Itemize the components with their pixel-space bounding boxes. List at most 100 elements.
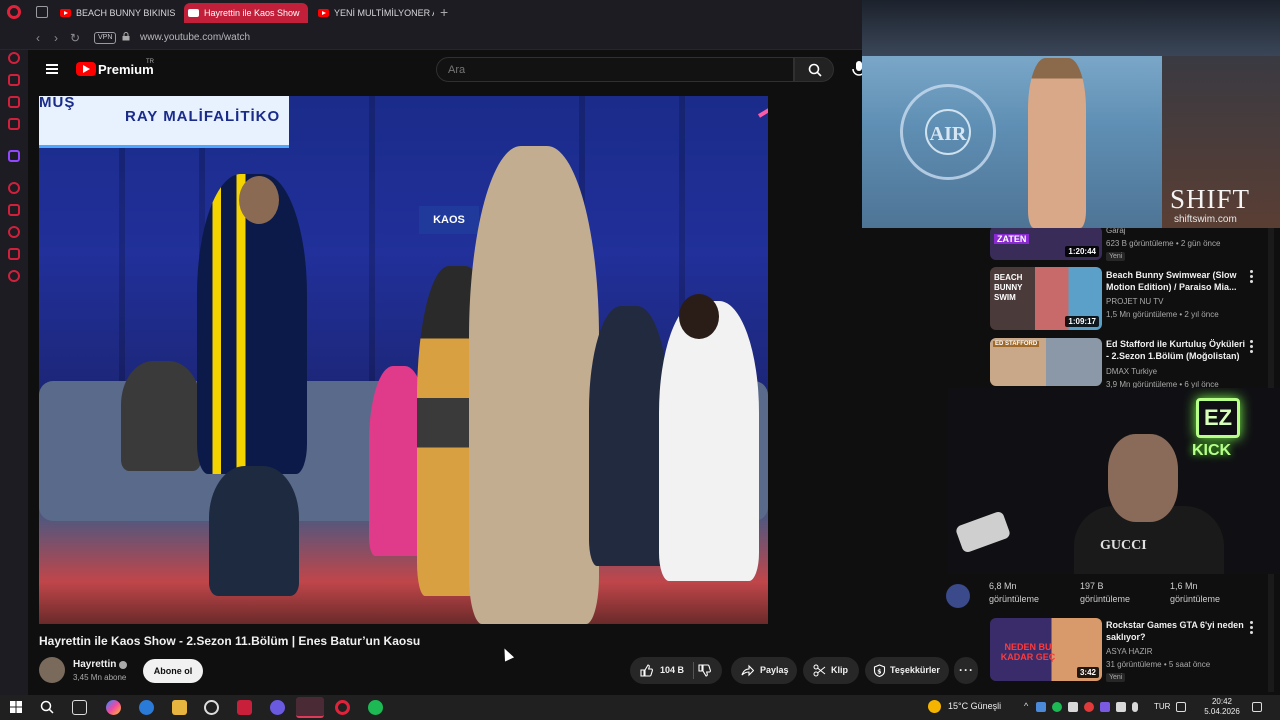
menu-icon[interactable]: [46, 64, 58, 74]
aria-icon[interactable]: [8, 74, 20, 86]
extensions-icon[interactable]: [8, 248, 20, 260]
app-icon[interactable]: [270, 700, 285, 715]
streamer-face: [1108, 434, 1178, 522]
rec-thumb-text: NEDEN BU KADAR GEÇ: [1000, 642, 1056, 662]
microphone-tray-icon[interactable]: [1132, 702, 1138, 712]
new-tab-button[interactable]: +: [440, 4, 448, 20]
like-dislike-group: 104 B: [630, 657, 722, 684]
rec-channel[interactable]: DMAX Turkiye: [1106, 367, 1157, 376]
rec-title[interactable]: Rockstar Games GTA 6'yi neden saklıyor?: [1106, 619, 1246, 643]
url-field[interactable]: www.youtube.com/watch: [140, 32, 250, 43]
opera-logo-icon[interactable]: [7, 5, 21, 19]
subscribe-button[interactable]: Abone ol: [143, 659, 203, 683]
clock[interactable]: 20:42 5.04.2026: [1198, 697, 1246, 717]
task-view-icon[interactable]: [72, 700, 87, 715]
network-volume-icon[interactable]: [1176, 702, 1186, 712]
spotify-icon[interactable]: [368, 700, 383, 715]
thanks-button[interactable]: $ Teşekkürler: [865, 657, 949, 684]
tab-kaos-show[interactable]: Hayrettin ile Kaos Show: [184, 3, 308, 23]
rec-channel[interactable]: PROJET NU TV: [1106, 297, 1164, 306]
whatsapp-icon[interactable]: [8, 118, 20, 130]
microphone: [954, 510, 1012, 554]
forward-arrow-icon[interactable]: ›: [54, 31, 58, 45]
share-label: Paylaş: [760, 665, 789, 675]
rec-menu-icon[interactable]: [1250, 621, 1253, 636]
rec-title[interactable]: Ed Stafford ile Kurtuluş Öyküleri - 2.Se…: [1106, 338, 1246, 362]
video-player[interactable]: MUŞ RAY MALİFALİTİKO KAOS: [39, 96, 768, 624]
rec-thumbnail-3[interactable]: ED STAFFORD: [990, 338, 1102, 386]
opera-icon[interactable]: [335, 700, 350, 715]
tray-icon[interactable]: [1036, 702, 1046, 712]
search-icon[interactable]: [40, 700, 54, 714]
like-count[interactable]: 104 B: [660, 657, 684, 684]
clock-icon[interactable]: [8, 226, 20, 238]
app-icon[interactable]: [237, 700, 252, 715]
edge-icon[interactable]: [139, 700, 154, 715]
view-count: 6,8 Mn: [989, 581, 1017, 591]
share-button[interactable]: Paylaş: [731, 657, 797, 684]
search-input[interactable]: [436, 57, 794, 82]
speed-dial-icon[interactable]: [8, 52, 20, 64]
kaos-flag: KAOS: [419, 206, 479, 234]
view-stat: 6,8 Mn görüntüleme: [989, 580, 1039, 606]
rec-thumbnail-2[interactable]: BEACH BUNNY SWIM 1:09:17: [990, 267, 1102, 330]
windows-start-icon[interactable]: [10, 701, 22, 713]
settings-gear-icon[interactable]: [8, 270, 20, 282]
bookmarks-icon[interactable]: [8, 204, 20, 216]
webcam-overlay: EZ KICK GUCCI: [948, 388, 1280, 574]
dislike-icon[interactable]: [698, 664, 711, 677]
overlay-ceiling: [862, 0, 1280, 56]
vpn-badge[interactable]: VPN: [94, 32, 117, 44]
search-button[interactable]: [794, 57, 834, 82]
rec-thumbnail-4[interactable]: NEDEN BU KADAR GEÇ 3:42: [990, 618, 1102, 681]
rec-menu-icon[interactable]: [1250, 340, 1253, 355]
tray-icon[interactable]: [1100, 702, 1110, 712]
view-label: görüntüleme: [989, 594, 1040, 604]
tray-icon[interactable]: [1068, 702, 1078, 712]
history-icon[interactable]: [8, 182, 20, 194]
view-count: 1,6 Mn: [1170, 581, 1198, 591]
like-icon[interactable]: [640, 664, 653, 677]
tray-chevron-icon[interactable]: ^: [1024, 701, 1028, 711]
tab-label: Hayrettin ile Kaos Show: [204, 8, 300, 18]
reload-icon[interactable]: ↻: [70, 31, 80, 45]
guest-sleeping: [121, 361, 201, 471]
region-code: TR: [146, 59, 154, 65]
weather-text[interactable]: 15°C Güneşli: [948, 701, 1001, 711]
opera-taskbar-icon[interactable]: [296, 697, 324, 718]
notification-icon[interactable]: [1252, 702, 1262, 712]
neon-sign: [757, 108, 768, 118]
channel-avatar-small[interactable]: [946, 584, 970, 608]
tray-icon[interactable]: [1116, 702, 1126, 712]
copilot-icon[interactable]: [106, 700, 121, 715]
weather-sun-icon[interactable]: [928, 700, 941, 713]
duration-badge: 1:09:17: [1065, 316, 1099, 327]
tray-icon[interactable]: [1052, 702, 1062, 712]
back-arrow-icon[interactable]: ‹: [36, 31, 40, 45]
channel-name[interactable]: Hayrettin: [73, 659, 116, 670]
rec-thumb-text: ZATEN: [994, 234, 1030, 244]
input-language[interactable]: TUR: [1154, 702, 1170, 711]
youtube-logo-icon[interactable]: [76, 62, 96, 76]
more-actions-button[interactable]: ···: [954, 657, 978, 684]
messenger-icon[interactable]: [8, 96, 20, 108]
twitch-icon[interactable]: [8, 150, 20, 162]
rec-menu-icon[interactable]: [1250, 270, 1253, 285]
tab-beach-bunny[interactable]: BEACH BUNNY BIKINIS 20: [56, 3, 176, 23]
rec-title[interactable]: Beach Bunny Swimwear (Slow Motion Editio…: [1106, 269, 1246, 293]
tray-icon[interactable]: [1084, 702, 1094, 712]
clock-time: 20:42: [1211, 697, 1233, 706]
clip-button[interactable]: Klip: [803, 657, 859, 684]
view-stat: 197 B görüntüleme: [1080, 580, 1130, 606]
rec-channel[interactable]: ASYA HAZIR: [1106, 647, 1153, 656]
tab-multimilyoner[interactable]: YENİ MULTİMİLYONER AR: [314, 3, 434, 23]
rec-thumbnail-1[interactable]: ZATEN 1:20:44: [990, 226, 1102, 260]
subscriber-count: 3,45 Mn abone: [73, 673, 127, 682]
channel-avatar[interactable]: [39, 657, 65, 683]
app-icon[interactable]: [204, 700, 219, 715]
file-explorer-icon[interactable]: [172, 700, 187, 715]
rec-meta: 31 görüntüleme • 5 saat önce: [1106, 660, 1211, 669]
shift-brand: SHIFT: [1170, 184, 1251, 214]
opera-sidebar: [0, 50, 28, 695]
tab-overview-icon[interactable]: [36, 6, 48, 18]
